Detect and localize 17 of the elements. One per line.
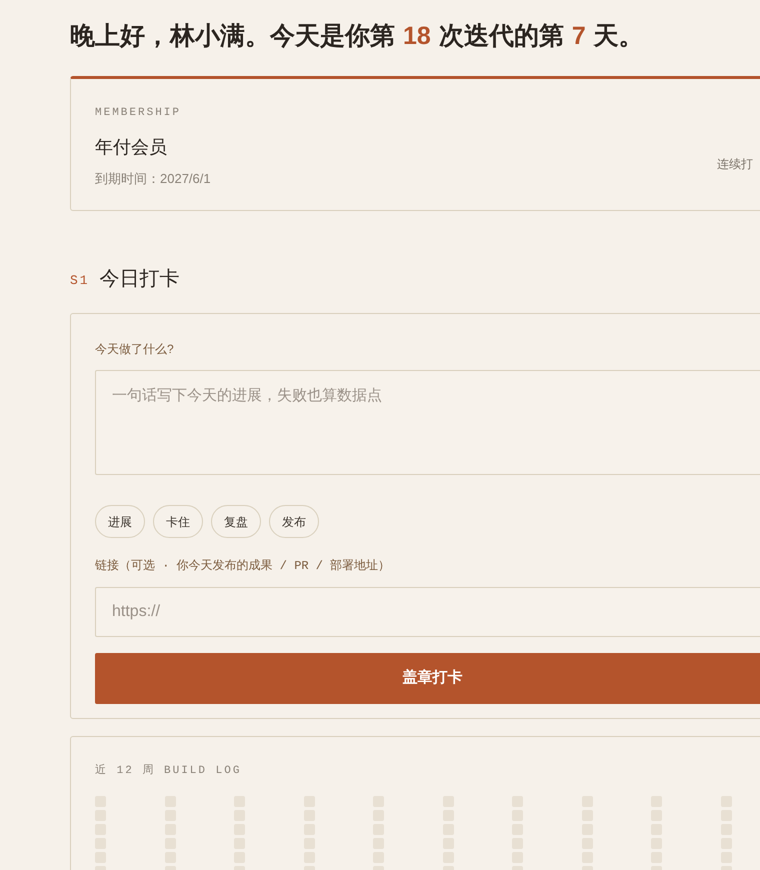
- submit-button[interactable]: 盖章打卡: [95, 653, 760, 704]
- section-title: 今日打卡: [100, 267, 180, 292]
- plan-name: 年付会员: [95, 136, 167, 158]
- tag-chip[interactable]: 发布: [269, 505, 319, 538]
- section-number: S1: [70, 272, 90, 290]
- link-input-field[interactable]: https://: [95, 587, 760, 637]
- tag-chip[interactable]: 卡住: [153, 505, 203, 538]
- greeting-heading: 晚上好，林小满。今天是你第 18 次迭代的第 7 天。: [70, 21, 644, 52]
- question-label: 今天做了什么?: [95, 341, 174, 358]
- tag-chip[interactable]: 进展: [95, 505, 145, 538]
- streak-label: 连续打: [717, 156, 753, 173]
- membership-eyebrow: MEMBERSHIP: [95, 106, 182, 121]
- build-log-title: 近 12 周 BUILD LOG: [95, 763, 242, 779]
- tag-chip[interactable]: 复盘: [211, 505, 261, 538]
- link-label: 链接（可选 · 你今天发布的成果 / PR / 部署地址）: [95, 558, 390, 575]
- note-input-field[interactable]: 一句话写下今天的进展，失败也算数据点: [95, 370, 760, 475]
- expiry-date: 到期时间：2027/6/1: [95, 170, 211, 188]
